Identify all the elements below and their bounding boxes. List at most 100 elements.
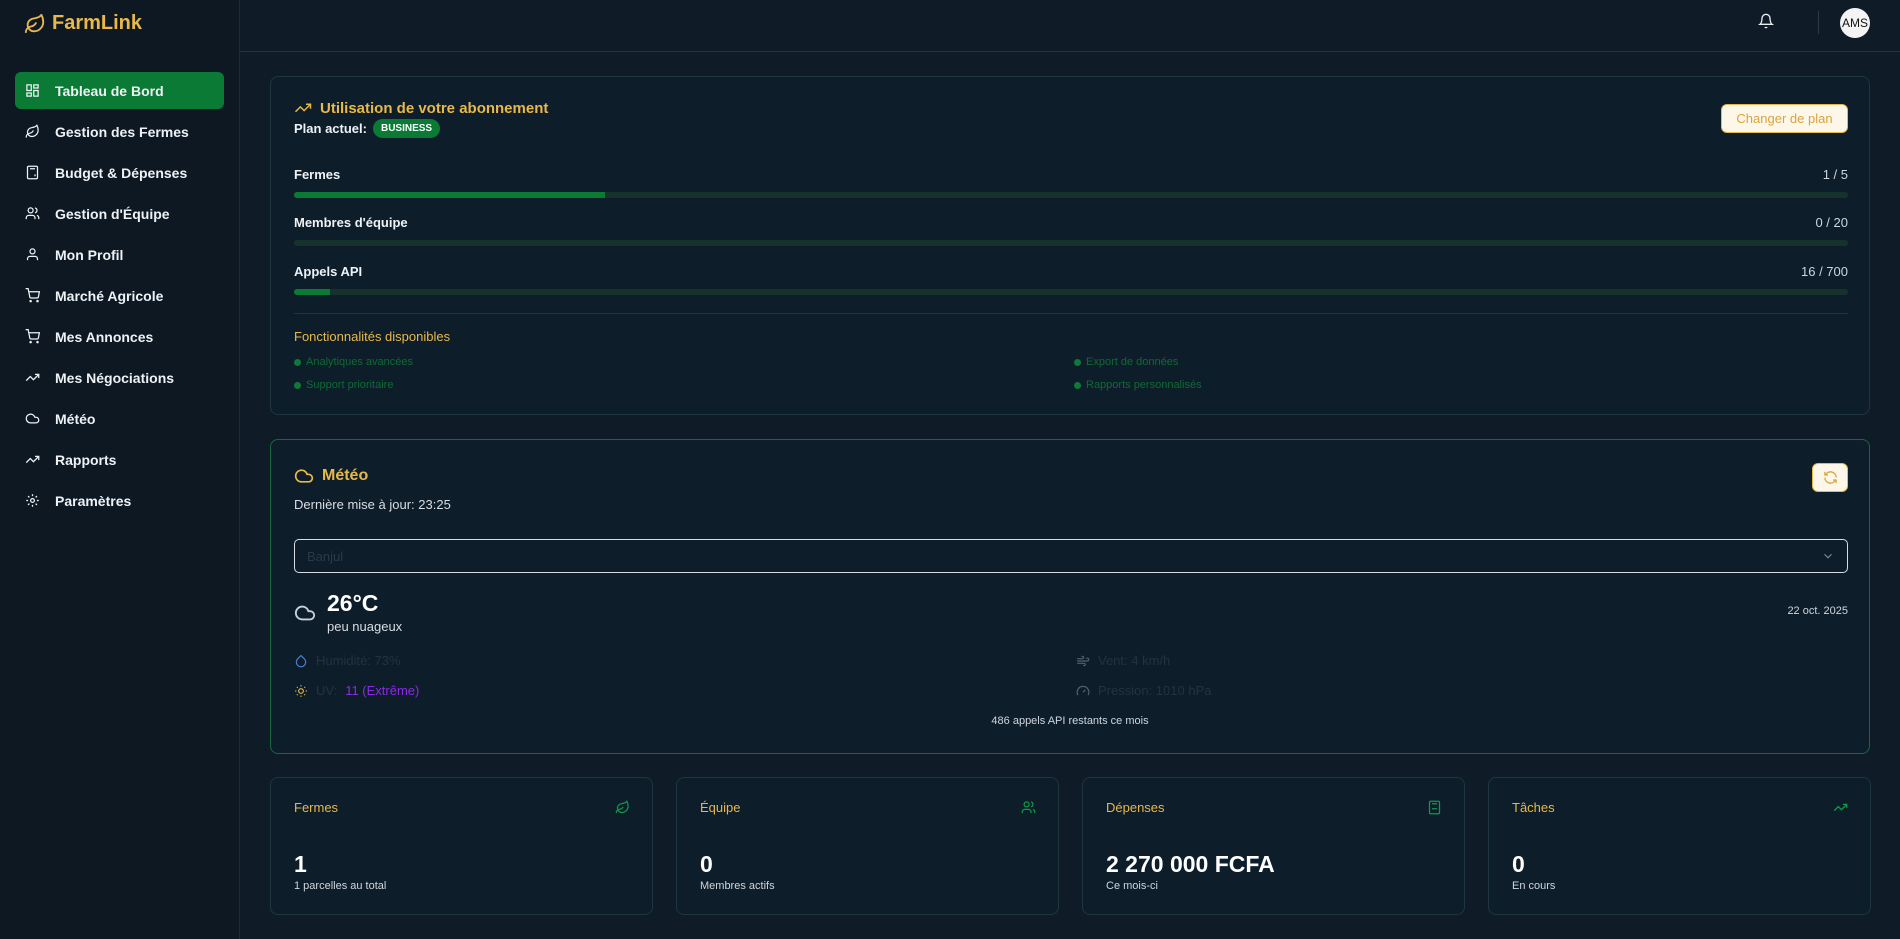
sidebar-item-rapports[interactable]: Rapports xyxy=(15,441,224,478)
sidebar-item-label: Mes Négociations xyxy=(55,369,175,386)
uv-label: UV: xyxy=(316,683,338,698)
check-dot-icon xyxy=(294,381,301,389)
wind-text: Vent: 4 km/h xyxy=(1098,653,1171,668)
chevron-down-icon xyxy=(1824,553,1832,559)
subscription-title-text: Utilisation de votre abonnement xyxy=(320,99,549,117)
weather-title-text: Météo xyxy=(322,467,369,484)
app-name: FarmLink xyxy=(52,12,143,34)
usage-progress-fill xyxy=(294,289,330,295)
sidebar-item-budget[interactable]: Budget & Dépenses xyxy=(15,154,224,191)
feature-item: Analytiques avancées xyxy=(294,356,413,368)
topbar-divider xyxy=(1818,11,1819,34)
sidebar-item-tableau-de-bord[interactable]: Tableau de Bord xyxy=(15,72,224,109)
sidebar-item-label: Météo xyxy=(55,410,96,427)
usage-progress-fill xyxy=(294,192,605,198)
trending-up-icon xyxy=(24,452,40,468)
uv-value: 11 (Extrême) xyxy=(345,683,420,698)
cloud-icon xyxy=(294,469,314,483)
sidebar-item-label: Gestion des Fermes xyxy=(55,123,189,140)
usage-progress-bar xyxy=(294,289,1848,295)
avatar[interactable]: AMS xyxy=(1840,8,1870,38)
sidebar-item-mes-annonces[interactable]: Mes Annonces xyxy=(15,318,224,355)
change-plan-button[interactable]: Changer de plan xyxy=(1721,104,1848,133)
usage-value: 0 / 20 xyxy=(1815,215,1848,230)
subscription-card: Utilisation de votre abonnement Plan act… xyxy=(270,76,1870,415)
stat-card-fermes[interactable]: Fermes 1 1 parcelles au total xyxy=(270,777,653,915)
humidity-stat: Humidité: 73% xyxy=(294,653,401,668)
stat-title: Équipe xyxy=(700,800,741,815)
feature-item: Export de données xyxy=(1074,356,1178,368)
gear-icon xyxy=(24,493,40,509)
usage-api: Appels API 16 / 700 xyxy=(294,264,1848,295)
plan-label: Plan actuel: xyxy=(294,121,367,136)
weather-date: 22 oct. 2025 xyxy=(1787,605,1848,617)
sidebar-item-gestion-des-fermes[interactable]: Gestion des Fermes xyxy=(15,113,224,150)
stat-title: Fermes xyxy=(294,800,339,815)
trending-up-icon xyxy=(24,370,40,386)
cart-icon xyxy=(24,329,40,345)
feature-label: Export de données xyxy=(1086,356,1179,368)
features-title: Fonctionnalités disponibles xyxy=(294,329,451,344)
check-dot-icon xyxy=(1074,358,1081,366)
usage-value: 16 / 700 xyxy=(1801,264,1848,279)
weather-card: Météo Dernière mise à jour: 23:25 Banjul… xyxy=(270,439,1870,754)
pressure-stat: Pression: 1010 hPa xyxy=(1076,683,1211,698)
last-update: Dernière mise à jour: 23:25 xyxy=(294,497,451,512)
usage-value: 1 / 5 xyxy=(1822,167,1848,182)
sidebar-item-mon-profil[interactable]: Mon Profil xyxy=(15,236,224,273)
app-logo[interactable]: FarmLink xyxy=(24,12,142,35)
sidebar-item-label: Rapports xyxy=(55,451,117,468)
sidebar-item-parametres[interactable]: Paramètres xyxy=(15,482,224,519)
sidebar-item-label: Gestion d'Équipe xyxy=(55,205,170,222)
humidity-text: Humidité: 73% xyxy=(316,653,401,668)
stat-subtitle: 1 parcelles au total xyxy=(294,880,387,892)
leaf-icon xyxy=(24,124,40,140)
usage-label: Membres d'équipe xyxy=(294,215,408,230)
stat-card-depenses[interactable]: Dépenses 2 270 000 FCFA Ce mois-ci xyxy=(1082,777,1465,915)
sidebar-item-label: Marché Agricole xyxy=(55,287,164,304)
sidebar-item-label: Mon Profil xyxy=(55,246,124,263)
sidebar-item-label: Paramètres xyxy=(55,492,132,509)
stat-value: 0 xyxy=(700,851,713,877)
users-icon xyxy=(1021,800,1036,815)
stat-subtitle: En cours xyxy=(1512,880,1556,892)
sidebar-item-label: Tableau de Bord xyxy=(55,82,164,99)
stat-card-equipe[interactable]: Équipe 0 Membres actifs xyxy=(676,777,1059,915)
bell-icon[interactable] xyxy=(1757,13,1778,33)
sun-icon xyxy=(295,684,307,697)
leaf-logo-icon xyxy=(24,13,45,33)
location-select[interactable]: Banjul xyxy=(294,539,1848,573)
sidebar-item-meteo[interactable]: Météo xyxy=(15,400,224,437)
cloud-icon xyxy=(294,602,316,624)
users-icon xyxy=(24,206,40,222)
leaf-icon xyxy=(615,800,630,815)
sidebar: FarmLink Tableau de Bord Gestion des Fer… xyxy=(0,0,240,939)
usage-progress-bar xyxy=(294,240,1848,246)
feature-label: Rapports personnalisés xyxy=(1086,379,1202,391)
usage-label: Appels API xyxy=(294,264,363,279)
current-plan: Plan actuel: BUSINESS xyxy=(294,119,441,138)
wind-icon xyxy=(1077,655,1090,666)
sidebar-item-label: Mes Annonces xyxy=(55,328,154,345)
sidebar-item-marche-agricole[interactable]: Marché Agricole xyxy=(15,277,224,314)
calculator-icon xyxy=(24,165,40,181)
feature-item: Rapports personnalisés xyxy=(1074,379,1202,391)
sidebar-nav: Tableau de Bord Gestion des Fermes Budge… xyxy=(15,72,224,523)
refresh-button[interactable] xyxy=(1812,463,1848,492)
feature-label: Analytiques avancées xyxy=(306,356,414,368)
stat-card-taches[interactable]: Tâches 0 En cours xyxy=(1488,777,1871,915)
sidebar-item-mes-negociations[interactable]: Mes Négociations xyxy=(15,359,224,396)
check-dot-icon xyxy=(1074,381,1081,389)
dashboard-icon xyxy=(24,83,40,99)
gauge-icon xyxy=(1076,685,1090,695)
uv-stat: UV: 11 (Extrême) xyxy=(294,683,419,698)
weather-condition: peu nuageux xyxy=(327,619,403,634)
divider xyxy=(294,313,1848,314)
weather-title: Météo xyxy=(294,466,368,486)
sidebar-item-gestion-equipe[interactable]: Gestion d'Équipe xyxy=(15,195,224,232)
usage-label: Fermes xyxy=(294,167,341,182)
user-icon xyxy=(24,247,40,263)
stat-subtitle: Ce mois-ci xyxy=(1106,880,1158,892)
wind-stat: Vent: 4 km/h xyxy=(1076,653,1170,668)
feature-item: Support prioritaire xyxy=(294,379,393,391)
